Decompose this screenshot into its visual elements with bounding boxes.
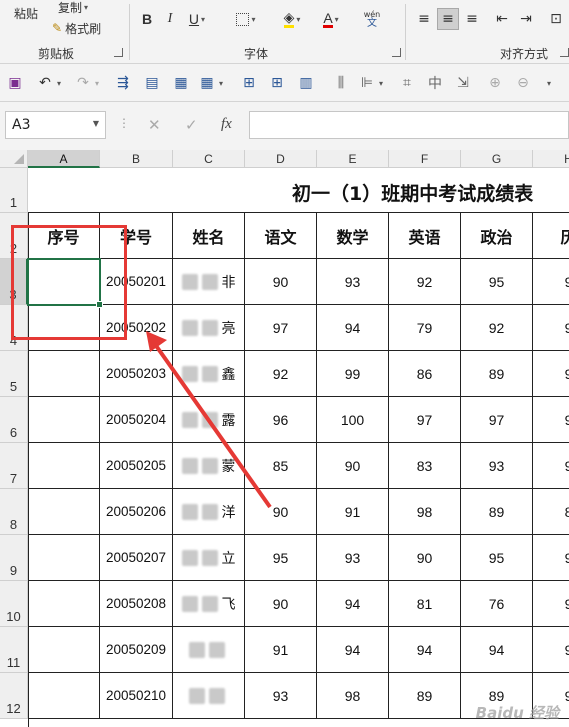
insert-table-icon[interactable]: ⊞ [266,72,288,94]
underline-button[interactable]: U ▾ [184,8,210,30]
ribbon: 粘贴 复制 ▾ ✎ 格式刷 剪贴板 B I U ▾ ▾ ◈ ▾ A ▾ wén 文 字体 ≡… [0,0,569,64]
watermark: Baidu 经验 [475,704,559,722]
font-color-button[interactable]: A ▾ [314,8,348,30]
fill-color-button[interactable]: ◈ ▾ [276,8,308,30]
align-left-button[interactable]: ≡ [414,8,434,30]
phonetic-guide-button[interactable]: wén 文 [360,8,384,30]
chevron-down-icon: ▾ [334,14,339,24]
phonetic-icon: 文 [367,18,377,29]
bold-button[interactable]: B [138,8,156,30]
chevron-down-icon: ▾ [296,14,301,24]
fill-bucket-icon: ◈ [283,9,295,28]
insert-function-icon[interactable]: fx [221,116,232,133]
copy-button[interactable]: 复制 ▾ [58,0,88,18]
ungroup-icon: ⊖ [517,75,529,91]
crop-icon[interactable]: ⌗ [396,72,418,94]
worksheet-grid: ABCDEFGH 1 2 3 4 5 6 7 8 9 10 11 12 序号 学号 姓名 语文 数学 英语 政治历… [0,150,569,727]
distribute-icon[interactable]: ⫼ [330,72,352,94]
decrease-indent-button[interactable]: ⇤ [492,8,512,30]
brush-icon: ✎ [52,21,63,35]
chevron-down-icon: ▾ [251,14,256,24]
font-launcher-icon[interactable] [392,48,401,57]
enter-icon[interactable]: ✓ [185,116,198,134]
chevron-down-icon: ▾ [201,14,206,24]
name-box-value: A3 [12,117,31,133]
annotation-arrow-icon [146,331,272,509]
paste-button[interactable]: 粘贴 [14,2,38,24]
pivot-icon[interactable]: ⊞ [238,72,260,94]
size-icon[interactable]: ⇲ [452,72,474,94]
format-painter-button[interactable]: ✎ 格式刷 [52,17,101,39]
borders-icon [236,12,250,26]
formula-input[interactable] [249,111,569,139]
ribbon-divider [129,4,130,60]
italic-button[interactable]: I [162,8,178,30]
copy-label: 复制 [58,0,83,15]
format-painter-label: 格式刷 [65,21,102,36]
borders-button[interactable]: ▾ [230,8,262,30]
clipboard-group-label: 剪贴板 [38,47,75,61]
font-group-label: 字体 [244,47,269,61]
name-box[interactable]: A3 ▼ [5,111,106,139]
more-icon: ⋮ [118,116,130,130]
align-center-button[interactable]: ≡ [437,8,459,30]
group-icon: ⊕ [489,75,501,91]
wrap-text-button[interactable]: ⊡ [546,8,566,30]
quick-access-toolbar: ▣ ↶ ▾ ↷ ▾ ⇶ ▤ ▦ ▦ ▾ ⊞ ⊞ ▥ ⫼ ⊫ ▾ ⌗ 中 ⇲ ⊕ … [0,64,569,102]
filter-icon[interactable]: ⇶ [112,72,134,94]
chevron-down-icon[interactable]: ▾ [214,72,228,94]
center-icon[interactable]: 中 [424,72,446,94]
align-right-button[interactable]: ≡ [462,8,482,30]
chevron-down-icon: ▾ [84,2,89,12]
alignment-group-label: 对齐方式 [500,47,549,61]
chevron-down-icon[interactable]: ▾ [374,72,388,94]
increase-indent-button[interactable]: ⇥ [516,8,536,30]
chevron-down-icon: ▾ [94,78,99,88]
alignment-launcher-icon[interactable] [560,48,569,57]
formula-bar: A3 ▼ ⋮ ✕ ✓ fx [0,102,569,150]
chevron-down-icon[interactable]: ▼ [93,119,99,128]
save-icon[interactable]: ▣ [4,72,26,94]
font-color-icon: A [323,9,333,28]
form-icon[interactable]: ▤ [141,72,163,94]
clipboard-launcher-icon[interactable] [114,48,123,57]
cancel-icon[interactable]: ✕ [148,116,161,134]
chevron-down-icon[interactable]: ▾ [542,72,556,94]
table-icon[interactable]: ▦ [170,72,192,94]
ribbon-divider [405,4,406,60]
underline-label: U [188,11,200,27]
chart-icon[interactable]: ▥ [295,72,317,94]
chevron-down-icon[interactable]: ▾ [52,72,66,94]
